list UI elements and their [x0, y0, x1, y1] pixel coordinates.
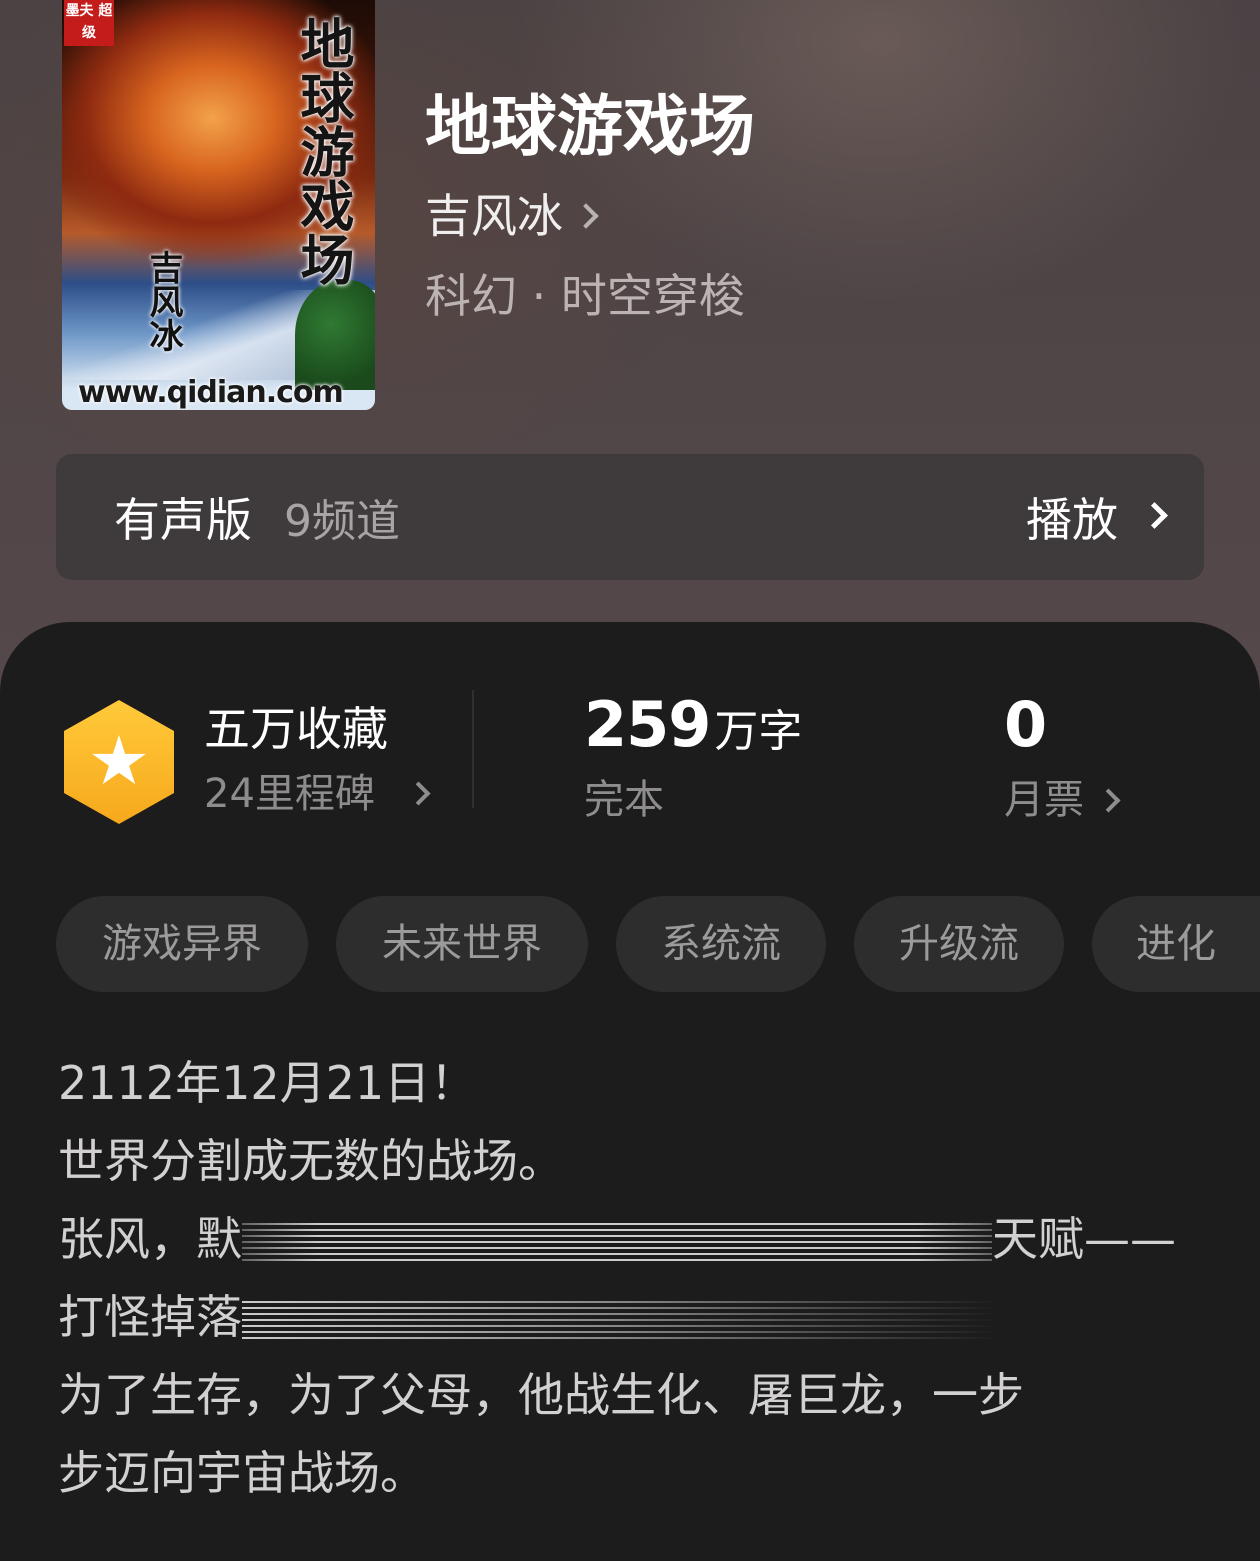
cover-title: 地球游戏场 — [291, 16, 355, 286]
author-link[interactable]: 吉风冰 — [425, 188, 599, 244]
monthly-tickets-count: 0 — [1004, 688, 1048, 761]
milestones-link[interactable]: 24里程碑 — [204, 768, 375, 820]
synopsis-text: 天赋—— — [992, 1212, 1176, 1266]
cover-badge: 墨夫 超级 — [64, 0, 114, 46]
tag-chip[interactable]: 升级流 — [854, 896, 1064, 992]
word-count-number: 259 — [584, 688, 711, 761]
book-genre: 科幻 · 时空穿梭 — [425, 269, 745, 323]
book-title: 地球游戏场 — [425, 87, 755, 165]
book-detail-page: 墨夫 超级 地球游戏场 吉风冰 www.qidian.com 地球游戏场 吉风冰… — [0, 0, 1260, 1561]
word-count-unit: 万字 — [714, 706, 803, 757]
tag-chip[interactable]: 进化 — [1092, 896, 1260, 992]
chevron-right-icon — [573, 203, 599, 229]
audio-channel: 9频道 — [284, 496, 400, 547]
synopsis-text: 打怪掉落 — [58, 1290, 242, 1344]
synopsis-line: 2112年12月21日！ — [58, 1056, 477, 1110]
book-synopsis[interactable]: 2112年12月21日！ 世界分割成无数的战场。 张风，默 天赋—— 打怪掉落 为… — [58, 1044, 1208, 1512]
synopsis-line-obscured: 张风，默 天赋—— — [58, 1200, 1208, 1278]
monthly-tickets-link[interactable]: 月票 — [1004, 774, 1084, 826]
star-icon — [92, 735, 146, 785]
synopsis-line-obscured: 打怪掉落 — [58, 1278, 1208, 1356]
author-name: 吉风冰 — [425, 189, 563, 243]
play-button[interactable]: 播放 — [1026, 454, 1168, 580]
synopsis-line: 世界分割成无数的战场。 — [58, 1134, 564, 1188]
book-cover[interactable]: 墨夫 超级 地球游戏场 吉风冰 www.qidian.com — [62, 0, 375, 410]
play-label: 播放 — [1026, 493, 1118, 547]
synopsis-text: 张风，默 — [58, 1212, 242, 1266]
cover-author: 吉风冰 — [143, 250, 183, 352]
word-count: 259 万字 — [584, 690, 802, 767]
tag-chip[interactable]: 未来世界 — [336, 896, 588, 992]
stats-divider — [472, 690, 474, 808]
synopsis-line: 步迈向宇宙战场。 — [58, 1446, 426, 1500]
favorites-count: 五万收藏 — [204, 702, 388, 756]
cover-tree — [295, 280, 375, 390]
completion-status: 完本 — [584, 777, 664, 823]
obscured-text — [242, 1300, 1002, 1341]
audio-version-bar[interactable]: 有声版 9频道 播放 — [56, 454, 1204, 580]
cover-url: www.qidian.com — [78, 375, 344, 410]
obscured-text — [242, 1222, 992, 1263]
tag-chip[interactable]: 系统流 — [616, 896, 826, 992]
synopsis-line: 为了生存，为了父母，他战生化、屠巨龙，一步 — [58, 1368, 1024, 1422]
audio-label: 有声版 — [114, 493, 252, 547]
tag-chip[interactable]: 游戏异界 — [56, 896, 308, 992]
chevron-right-icon — [1141, 502, 1168, 529]
